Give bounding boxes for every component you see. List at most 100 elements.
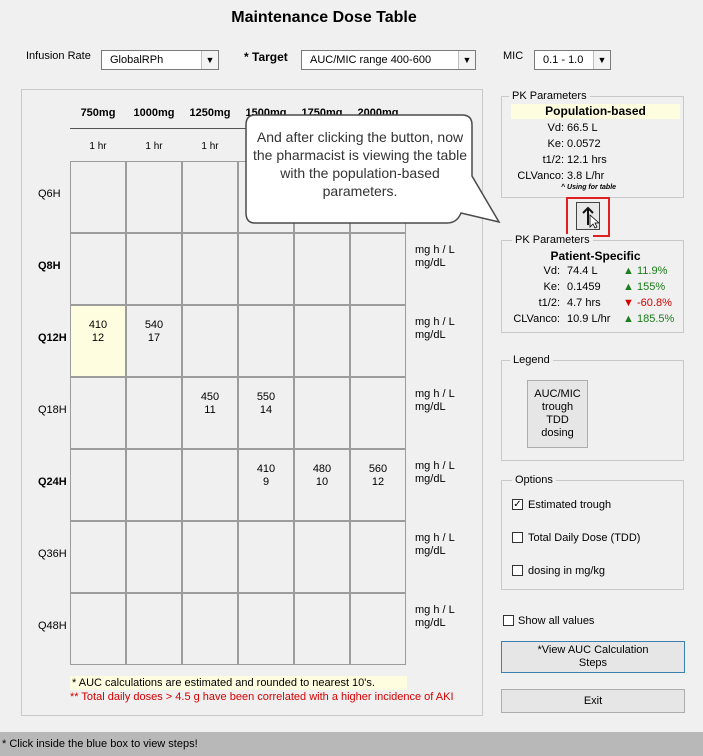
dose-cell[interactable]: 480 10 [294,449,350,521]
auc-value: 560 [368,463,388,475]
dose-cell[interactable] [182,593,238,665]
dose-cell[interactable]: 550 14 [238,377,294,449]
target-label: * Target [244,50,288,64]
row-units: mg h / Lmg/dL [415,532,455,558]
dose-cell[interactable] [294,305,350,377]
infusion-rate-select[interactable]: GlobalRPh ▼ [101,50,219,70]
up-triangle-icon: ▲ [623,281,634,293]
view-auc-steps-button[interactable]: *View AUC Calculation Steps [501,641,685,673]
pk-pop-value: 12.1 hrs [567,154,607,166]
using-for-table-note: ^ Using for table [561,184,617,191]
legend-title: Legend [510,354,553,366]
dose-cell[interactable]: 450 11 [182,377,238,449]
pk-patient-value: 4.7 hrs [567,297,601,309]
column-header-infusion: 1 hr [145,141,163,152]
options-title: Options [512,474,556,486]
dose-cell[interactable] [238,521,294,593]
dose-cell[interactable] [238,233,294,305]
target-select[interactable]: AUC/MIC range 400-600 ▼ [301,50,476,70]
toggle-pk-button[interactable] [576,202,601,230]
view-auc-line1: *View AUC Calculation [537,644,649,656]
row-label-interval: Q24H [38,476,67,488]
infusion-rate-value: GlobalRPh [110,54,164,66]
row-units: mg h / Lmg/dL [415,316,455,342]
legend-box: AUC/MIC trough TDD dosing [527,380,588,448]
auc-value: 450 [200,391,220,403]
dose-cell[interactable] [350,233,406,305]
dose-cell[interactable] [350,593,406,665]
trough-value: 9 [262,476,270,488]
footnote-auc: * AUC calculations are estimated and rou… [70,676,407,690]
dose-cell[interactable] [294,521,350,593]
dose-cell[interactable]: 560 12 [350,449,406,521]
pk-patient-value: 0.1459 [567,281,601,293]
dose-cell[interactable] [70,233,126,305]
dose-cell[interactable] [182,449,238,521]
dose-cell[interactable] [126,449,182,521]
dose-cell[interactable]: 540 17 [126,305,182,377]
auc-unit: mg h / L [415,388,455,400]
estimated-trough-checkbox[interactable]: ✓ [512,499,523,510]
auc-value: 410 [88,319,108,331]
dose-cell[interactable] [126,233,182,305]
pk-patient-change: 155% [637,281,666,293]
dose-cell[interactable] [70,593,126,665]
tdd-checkbox[interactable] [512,532,523,543]
dosing-mgkg-checkbox[interactable] [512,565,523,576]
mic-select[interactable]: 0.1 - 1.0 ▼ [534,50,611,70]
trough-unit: mg/dL [415,617,446,629]
dose-cell[interactable] [294,593,350,665]
mic-value: 0.1 - 1.0 [543,54,584,66]
dose-cell[interactable]: 410 12 [70,305,126,377]
legend-line-trough: trough [541,401,574,413]
pk-patient-change: 185.5% [637,313,675,325]
chevron-down-icon[interactable]: ▼ [458,51,475,69]
down-triangle-icon: ▼ [623,297,634,309]
dose-cell[interactable] [70,377,126,449]
dose-cell[interactable] [126,593,182,665]
dose-cell[interactable] [238,305,294,377]
dose-cell[interactable] [126,521,182,593]
dose-cell[interactable] [350,521,406,593]
show-all-checkbox[interactable] [503,615,514,626]
pk-population-title: PK Parameters [509,90,590,102]
row-label-interval: Q36H [38,548,67,560]
trough-value: 11 [204,404,216,416]
tdd-label: Total Daily Dose (TDD) [528,532,641,544]
trough-value: 12 [91,332,105,344]
pk-pop-label: Vd: [547,122,564,134]
up-triangle-icon: ▲ [623,313,634,325]
dose-cell[interactable] [182,233,238,305]
dose-cell[interactable] [70,449,126,521]
dose-cell[interactable] [70,521,126,593]
dose-cell[interactable]: 410 9 [238,449,294,521]
dose-cell[interactable] [70,161,126,233]
dose-cell[interactable] [238,593,294,665]
trough-value: 10 [315,476,329,488]
view-auc-line2: Steps [578,657,608,669]
up-arrow-icon [582,206,601,229]
column-header-infusion: 1 hr [201,141,219,152]
dosing-mgkg-label: dosing in mg/kg [528,565,606,577]
pk-patient-label: t1/2: [538,297,560,309]
trough-unit: mg/dL [415,545,446,557]
dose-cell[interactable] [182,161,238,233]
dose-cell[interactable] [182,521,238,593]
chevron-down-icon[interactable]: ▼ [593,51,610,69]
dose-cell[interactable] [126,377,182,449]
column-header-dose: 750mg [80,107,116,119]
exit-button[interactable]: Exit [501,689,685,713]
dose-cell[interactable] [182,305,238,377]
trough-value: 12 [371,476,385,488]
pk-pop-label: Ke: [547,138,564,150]
dose-cell[interactable] [294,377,350,449]
pk-pop-label: CLVanco: [517,170,564,182]
dose-cell[interactable] [294,233,350,305]
footnote-aki: ** Total daily doses > 4.5 g have been c… [70,691,454,703]
up-triangle-icon: ▲ [623,265,634,277]
pk-patient-title: PK Parameters [512,234,593,246]
dose-cell[interactable] [126,161,182,233]
chevron-down-icon[interactable]: ▼ [201,51,218,69]
dose-cell[interactable] [350,305,406,377]
dose-cell[interactable] [350,377,406,449]
